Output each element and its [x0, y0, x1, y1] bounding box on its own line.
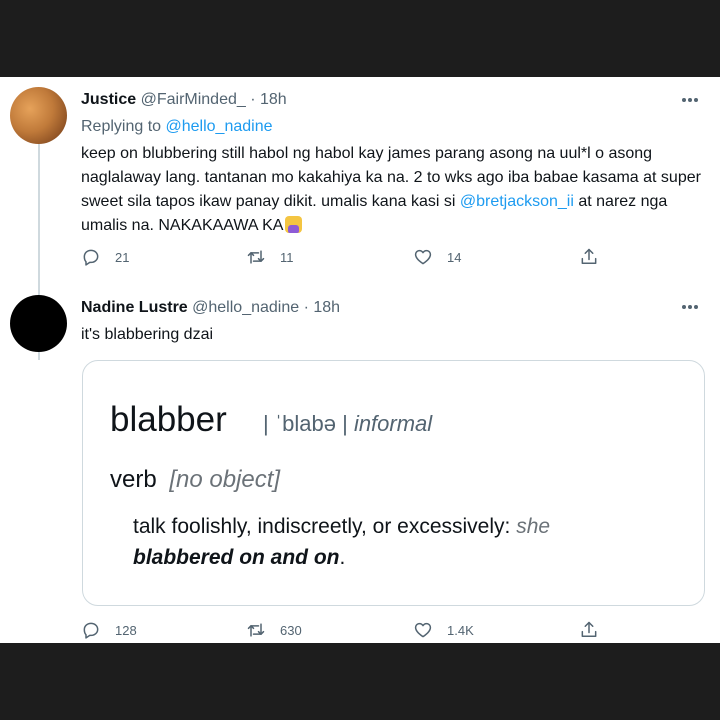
tweet1-handle[interactable]: @FairMinded_ — [141, 91, 246, 108]
tweet2-retweet-count: 630 — [280, 622, 302, 638]
definition-pronunciation: | ˈblabə | — [263, 411, 348, 436]
share-icon — [581, 248, 597, 264]
tweet1-like-count: 14 — [447, 249, 462, 265]
tweet1-header: Justice @FairMinded_ · 18h — [81, 91, 287, 109]
tweet1-actions: 21 11 14 — [81, 245, 611, 269]
definition-part-of-speech-line: verb [no object] — [110, 466, 280, 494]
definition-example-bold: blabbered on and on — [133, 546, 340, 569]
tweet2-timestamp[interactable]: 18h — [313, 299, 340, 316]
tweet2-header: Nadine Lustre @hello_nadine · 18h — [81, 299, 340, 317]
tweet2-share-button[interactable] — [579, 618, 599, 642]
tweet2-reply-button[interactable]: 128 — [81, 618, 137, 642]
tweet1-retweet-button[interactable]: 11 — [246, 245, 294, 269]
replying-to-label: Replying to — [81, 118, 166, 135]
tweet2-text: it's blabbering dzai — [81, 326, 214, 343]
tweet1-mention[interactable]: @bretjackson_ii — [460, 193, 574, 210]
definition-word: blabber — [110, 400, 227, 439]
tweet1-retweet-count: 11 — [280, 249, 294, 265]
tweet1-share-button[interactable] — [579, 245, 599, 269]
avatar-nadine-lustre[interactable] — [10, 295, 67, 352]
definition-pronunciation-line: | ˈblabə | informal — [263, 411, 432, 437]
heart-icon — [414, 249, 432, 265]
more-icon[interactable] — [682, 94, 702, 106]
top-black-bar — [0, 0, 720, 77]
heart-icon — [414, 622, 432, 638]
share-icon — [581, 621, 597, 637]
replying-to: Replying to @hello_nadine — [81, 118, 273, 136]
tweet2-display-name[interactable]: Nadine Lustre — [81, 299, 188, 316]
person-facepalming-emoji-icon — [285, 216, 303, 233]
avatar-justice[interactable] — [10, 87, 67, 144]
definition-sense: talk foolishly, indiscreetly, or excessi… — [133, 515, 517, 538]
definition-example-end: . — [339, 546, 346, 569]
tweet1-like-button[interactable]: 14 — [413, 245, 461, 269]
retweet-icon — [247, 250, 265, 264]
tweet2-actions: 128 630 1.4K — [81, 618, 611, 642]
reply-bubble-icon — [83, 622, 99, 639]
tweet1-display-name[interactable]: Justice — [81, 91, 136, 108]
dictionary-definition-image[interactable]: blabber | ˈblabə | informal verb [no obj… — [82, 360, 705, 606]
tweet2-like-button[interactable]: 1.4K — [413, 618, 474, 642]
tweet1-time-separator: · — [245, 91, 260, 108]
definition-example-prefix: she — [516, 515, 551, 538]
tweet1-reply-count: 21 — [115, 249, 130, 265]
tweet1-text: keep on blubbering still habol ng habol … — [81, 142, 701, 238]
replying-to-handle[interactable]: @hello_nadine — [166, 118, 273, 135]
tweet2-like-count: 1.4K — [447, 622, 474, 638]
tweet-thread: Justice @FairMinded_ · 18h Replying to @… — [0, 77, 720, 643]
tweet2-reply-count: 128 — [115, 622, 137, 638]
tweet2-handle[interactable]: @hello_nadine — [192, 299, 299, 316]
definition-text: talk foolishly, indiscreetly, or excessi… — [133, 511, 653, 573]
tweet2-time-separator: · — [299, 299, 314, 316]
definition-part-of-speech: verb — [110, 466, 157, 493]
reply-bubble-icon — [83, 249, 99, 266]
bottom-black-bar — [0, 643, 720, 720]
tweet1-reply-button[interactable]: 21 — [81, 245, 129, 269]
more-icon[interactable] — [682, 301, 702, 313]
retweet-icon — [247, 623, 265, 637]
tweet2-retweet-button[interactable]: 630 — [246, 618, 302, 642]
definition-register: informal — [353, 411, 433, 436]
definition-grammar-note: [no object] — [169, 466, 281, 493]
tweet1-timestamp[interactable]: 18h — [260, 91, 287, 108]
